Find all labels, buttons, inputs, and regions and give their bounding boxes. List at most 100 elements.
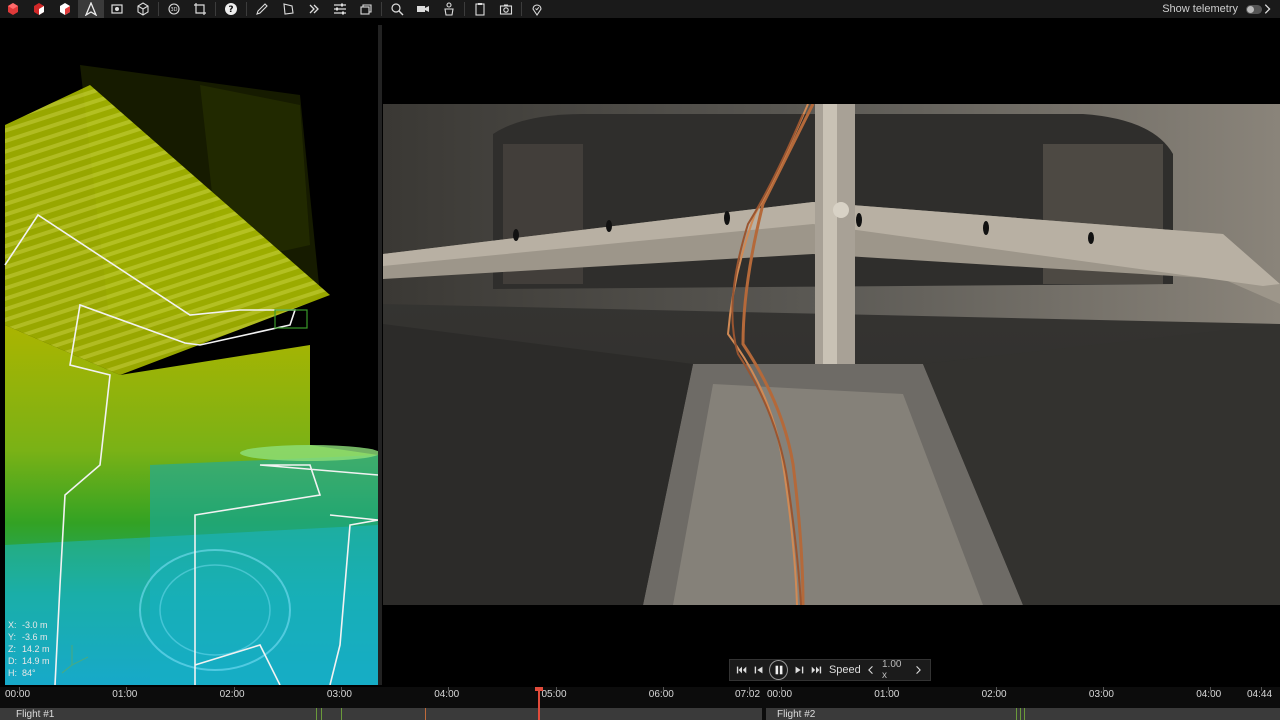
step-back-icon[interactable]	[752, 663, 765, 677]
position-readout-key: D:	[8, 656, 17, 666]
timeline-time-label: 06:00	[648, 689, 674, 700]
timeline-marker[interactable]	[425, 708, 426, 720]
video-camera-icon[interactable]	[410, 0, 436, 18]
pencil-icon[interactable]	[249, 0, 275, 18]
speed-increase-icon[interactable]	[912, 663, 925, 677]
speed-value: 1.00 x	[882, 659, 902, 681]
flight1-track[interactable]	[0, 708, 762, 720]
timeline-time-label: 00:00	[767, 689, 793, 700]
toolbar-separator	[246, 2, 247, 16]
position-readout: X: -3.0 m Y: -3.6 m Z: 14.2 m D: 14.9 m H: 84°	[8, 619, 50, 679]
navigate-icon[interactable]	[78, 0, 104, 18]
skip-to-start-icon[interactable]	[735, 663, 748, 677]
timeline-tick	[749, 687, 750, 691]
flight2-track[interactable]	[766, 708, 1280, 720]
timeline-tick	[233, 687, 235, 691]
svg-text:3D: 3D	[170, 7, 177, 13]
toolbar-separator	[464, 2, 465, 16]
position-readout-value: 14.9 m	[22, 656, 50, 666]
cube-red-icon[interactable]	[0, 0, 26, 18]
timeline-tick	[1261, 687, 1262, 691]
timeline-tick	[448, 687, 450, 691]
timeline-marker[interactable]	[316, 708, 317, 720]
timeline-tick	[1210, 687, 1212, 691]
timeline-time-label: 00:00	[5, 689, 31, 700]
timeline-time-label: 01:00	[112, 689, 138, 700]
position-readout-row: D: 14.9 m	[8, 655, 50, 667]
toolbar-separator	[381, 2, 382, 16]
sliders-icon[interactable]	[327, 0, 353, 18]
point-cloud-view[interactable]: X: -3.0 m Y: -3.6 m Z: 14.2 m D: 14.9 m H: 84°	[0, 25, 378, 685]
timeline-tick	[995, 687, 997, 691]
cube-red-icon[interactable]	[26, 0, 52, 18]
timeline-time-label: 03:00	[326, 689, 352, 700]
position-readout-value: 84°	[22, 668, 36, 678]
timeline-time-label: 07:02	[735, 689, 761, 700]
crop-icon[interactable]	[187, 0, 213, 18]
toolbar-separator	[521, 2, 522, 16]
inspection-app: 3D ? Show telemetry X: -3.0 m Y: -3.6 m …	[0, 0, 1280, 720]
video-frame	[383, 104, 1280, 605]
position-readout-row: X: -3.0 m	[8, 619, 50, 631]
layers-icon[interactable]	[353, 0, 379, 18]
rotate-3d-icon[interactable]: 3D	[161, 0, 187, 18]
timeline-marker[interactable]	[321, 708, 322, 720]
speed-decrease-icon[interactable]	[865, 663, 878, 677]
timeline-time-label: 02:00	[219, 689, 245, 700]
timeline[interactable]: 00:00 01:00 02:00 03:00 04:00 05:00 06:00 07:02…	[0, 687, 1280, 720]
position-readout-key: H:	[8, 668, 17, 678]
timeline-marker[interactable]	[1020, 708, 1021, 720]
panel-divider[interactable]	[378, 25, 382, 685]
playback-controls: Speed 1.00 x	[729, 659, 931, 681]
clipboard-icon[interactable]	[467, 0, 493, 18]
timeline-time-label: 04:00	[1196, 689, 1222, 700]
polygon-icon[interactable]	[275, 0, 301, 18]
video-feed[interactable]	[383, 104, 1280, 605]
toolbar: 3D ? Show telemetry	[0, 0, 1280, 18]
timeline-tick	[555, 687, 557, 691]
chevron-right-icon[interactable]	[1260, 2, 1274, 16]
timeline-tick	[126, 687, 128, 691]
zoom-icon[interactable]	[384, 0, 410, 18]
anchor-person-icon[interactable]	[436, 0, 462, 18]
location-pin-icon[interactable]	[524, 0, 550, 18]
timeline-marker[interactable]	[1024, 708, 1025, 720]
timeline-marker[interactable]	[1016, 708, 1017, 720]
position-readout-row: Z: 14.2 m	[8, 643, 50, 655]
timeline-marker[interactable]	[341, 708, 342, 720]
position-readout-key: Z:	[8, 644, 16, 654]
timeline-time-label: 01:00	[874, 689, 900, 700]
playhead[interactable]	[538, 690, 540, 720]
timeline-time-label: 02:00	[981, 689, 1007, 700]
box-3d-icon[interactable]	[130, 0, 156, 18]
speed-label: Speed	[828, 664, 861, 676]
chevron-double-right-icon[interactable]	[301, 0, 327, 18]
flight2-name: Flight #2	[777, 709, 816, 720]
camera-icon[interactable]	[493, 0, 519, 18]
timeline-tick	[781, 687, 782, 691]
pause-button[interactable]	[769, 660, 789, 680]
timeline-tick	[340, 687, 342, 691]
cube-red-white-icon[interactable]	[52, 0, 78, 18]
toolbar-separator	[215, 2, 216, 16]
position-readout-value: -3.0 m	[22, 620, 48, 630]
show-telemetry-control[interactable]: Show telemetry	[1162, 0, 1262, 18]
position-readout-value: 14.2 m	[22, 644, 50, 654]
step-forward-icon[interactable]	[792, 663, 805, 677]
help-icon[interactable]: ?	[218, 0, 244, 18]
skip-to-end-icon[interactable]	[810, 663, 823, 677]
timeline-tick	[19, 687, 20, 691]
timeline-tick	[1102, 687, 1104, 691]
timeline-time-label: 04:44	[1247, 689, 1273, 700]
flight1-name: Flight #1	[16, 709, 55, 720]
point-cloud-canvas[interactable]	[0, 25, 378, 685]
timeline-time-label: 05:00	[541, 689, 567, 700]
position-readout-row: Y: -3.6 m	[8, 631, 50, 643]
timeline-time-label: 03:00	[1088, 689, 1114, 700]
toolbar-separator	[158, 2, 159, 16]
position-readout-row: H: 84°	[8, 667, 50, 679]
svg-text:?: ?	[228, 5, 233, 15]
timeline-time-label: 04:00	[434, 689, 460, 700]
timeline-tick	[888, 687, 890, 691]
camera-frame-icon[interactable]	[104, 0, 130, 18]
